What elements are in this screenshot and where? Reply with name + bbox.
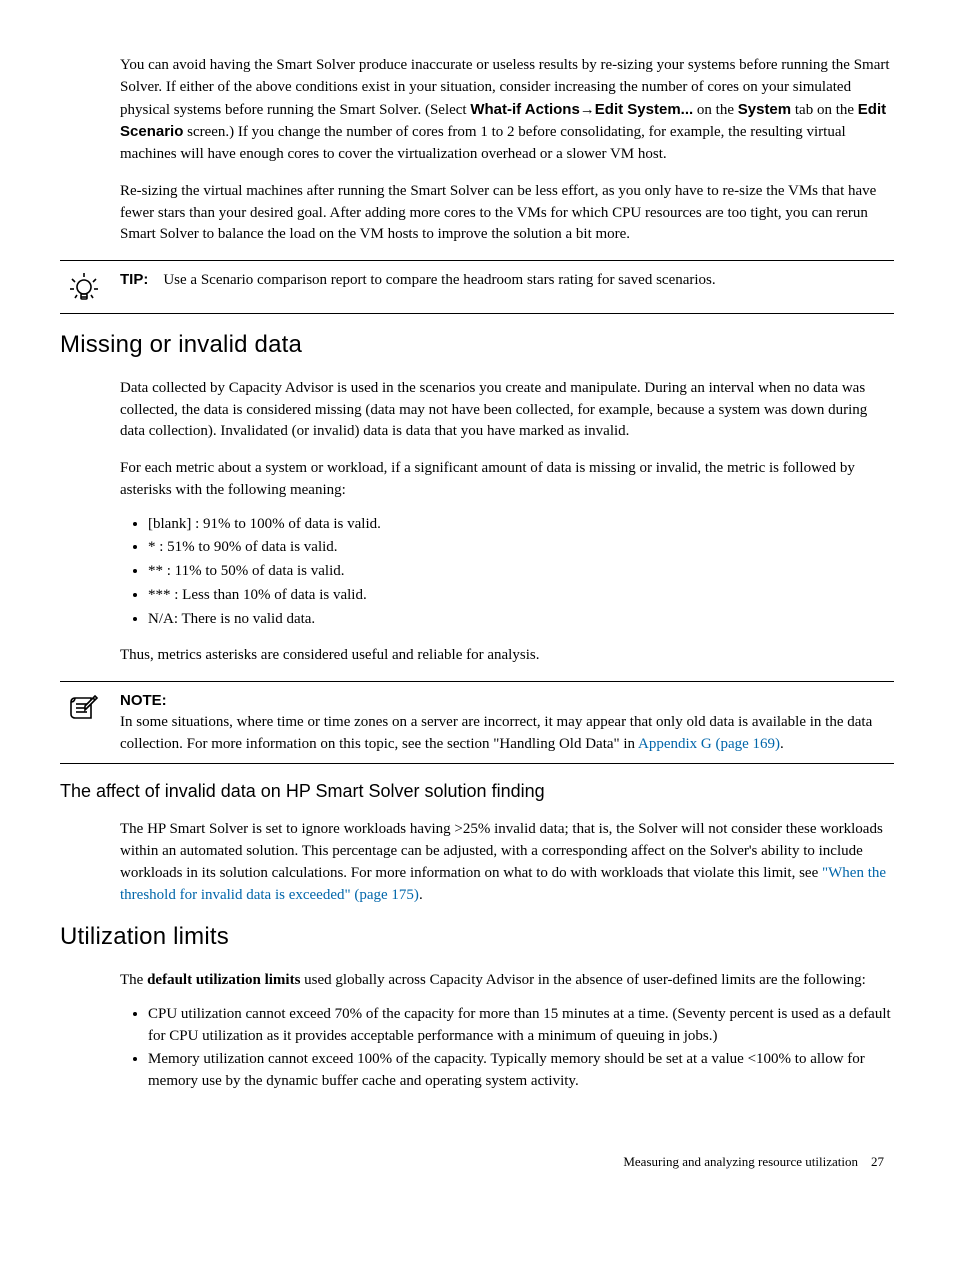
list-item: [blank] : 91% to 100% of data is valid. xyxy=(148,514,894,536)
arrow: → xyxy=(580,102,595,118)
text: tab on the xyxy=(791,102,858,118)
text: on the xyxy=(693,102,738,118)
heading-missing-invalid: Missing or invalid data xyxy=(60,328,894,363)
paragraph-asterisk-intro: For each metric about a system or worklo… xyxy=(120,458,894,502)
footer-section: Measuring and analyzing resource utiliza… xyxy=(623,1154,858,1169)
note-link-appendix[interactable]: Appendix G (page 169) xyxy=(638,736,780,752)
footer-page: 27 xyxy=(871,1154,884,1169)
tab-system: System xyxy=(738,101,791,118)
tip-callout: TIP: Use a Scenario comparison report to… xyxy=(60,260,894,314)
note-label: NOTE: xyxy=(120,690,894,712)
util-limits-list: CPU utilization cannot exceed 70% of the… xyxy=(120,1004,894,1093)
text: The HP Smart Solver is set to ignore wor… xyxy=(120,821,883,881)
paragraph-asterisk-conclusion: Thus, metrics asterisks are considered u… xyxy=(120,645,894,667)
list-item: * : 51% to 90% of data is valid. xyxy=(148,537,894,559)
tip-icon xyxy=(60,269,108,305)
tip-label: TIP: xyxy=(120,271,148,288)
paragraph-default-limits: The default utilization limits used glob… xyxy=(120,970,894,992)
text: . xyxy=(419,887,423,903)
list-item: ** : 11% to 50% of data is valid. xyxy=(148,561,894,583)
note-text: . xyxy=(780,736,784,752)
tip-text: Use a Scenario comparison report to comp… xyxy=(163,272,715,288)
heading-utilization-limits: Utilization limits xyxy=(60,920,894,955)
list-item: Memory utilization cannot exceed 100% of… xyxy=(148,1049,894,1093)
paragraph-solver-ignore: The HP Smart Solver is set to ignore wor… xyxy=(120,819,894,906)
term-default-util: default utilization limits xyxy=(147,972,300,988)
text: The xyxy=(120,972,147,988)
list-item: CPU utilization cannot exceed 70% of the… xyxy=(148,1004,894,1048)
asterisk-list: [blank] : 91% to 100% of data is valid. … xyxy=(120,514,894,631)
text: screen.) If you change the number of cor… xyxy=(120,124,846,162)
note-callout: NOTE: In some situations, where time or … xyxy=(60,681,894,764)
paragraph-resize-before: You can avoid having the Smart Solver pr… xyxy=(120,55,894,166)
note-icon xyxy=(60,690,108,722)
menu-edit-system: Edit System... xyxy=(595,101,693,118)
menu-whatif: What-if Actions xyxy=(470,101,579,118)
list-item: *** : Less than 10% of data is valid. xyxy=(148,585,894,607)
text: used globally across Capacity Advisor in… xyxy=(300,972,865,988)
heading-affect-invalid: The affect of invalid data on HP Smart S… xyxy=(60,778,894,804)
page-footer: Measuring and analyzing resource utiliza… xyxy=(60,1153,894,1172)
list-item: N/A: There is no valid data. xyxy=(148,609,894,631)
paragraph-data-collected: Data collected by Capacity Advisor is us… xyxy=(120,378,894,443)
paragraph-resize-after: Re-sizing the virtual machines after run… xyxy=(120,181,894,246)
